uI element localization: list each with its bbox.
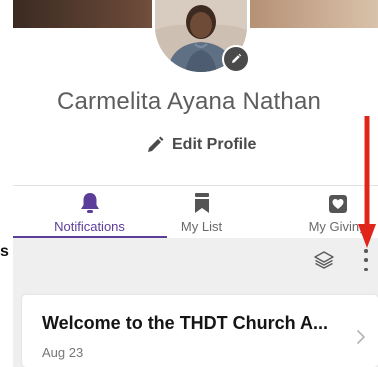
- tab-notifications[interactable]: Notifications: [27, 190, 152, 238]
- layers-button[interactable]: [313, 250, 335, 270]
- profile-tabs: Notifications My List My Giving: [13, 185, 378, 239]
- chevron-right-icon: [357, 330, 365, 344]
- cropped-side-text: s: [0, 243, 9, 260]
- edit-avatar-button[interactable]: [222, 45, 250, 73]
- kebab-dot: [364, 249, 368, 253]
- profile-name: Carmelita Ayana Nathan: [56, 88, 322, 115]
- tab-label: My List: [180, 219, 223, 234]
- bookmark-icon: [194, 193, 209, 213]
- bell-icon: [80, 193, 99, 213]
- more-options-button[interactable]: [361, 249, 371, 271]
- notification-title: Welcome to the THDT Church A...: [42, 313, 329, 333]
- edit-profile-button[interactable]: Edit Profile: [146, 136, 256, 154]
- edit-profile-label: Edit Profile: [172, 136, 257, 153]
- kebab-dot: [364, 258, 368, 262]
- annotation-arrow-icon: [358, 116, 376, 248]
- tab-label: Notifications: [54, 219, 125, 234]
- tab-my-list[interactable]: My List: [139, 190, 264, 238]
- pencil-icon: [148, 136, 164, 152]
- pencil-icon: [232, 53, 242, 63]
- notification-card[interactable]: Welcome to the THDT Church A... Aug 23: [22, 295, 378, 367]
- notification-date: Aug 23: [42, 345, 84, 360]
- kebab-dot: [364, 267, 368, 271]
- layers-icon: [314, 251, 334, 269]
- giving-icon: [328, 195, 347, 213]
